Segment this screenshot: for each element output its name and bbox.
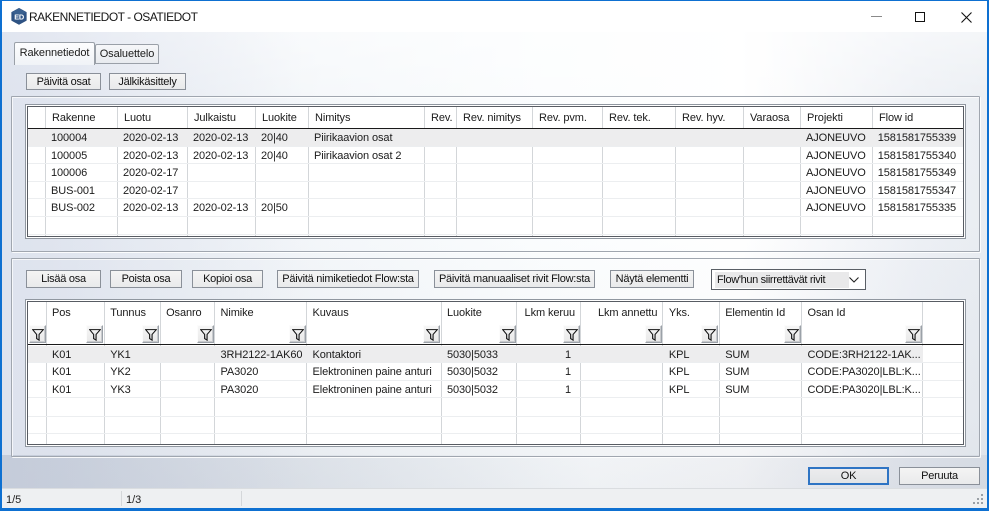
svg-text:ED: ED: [14, 13, 25, 22]
